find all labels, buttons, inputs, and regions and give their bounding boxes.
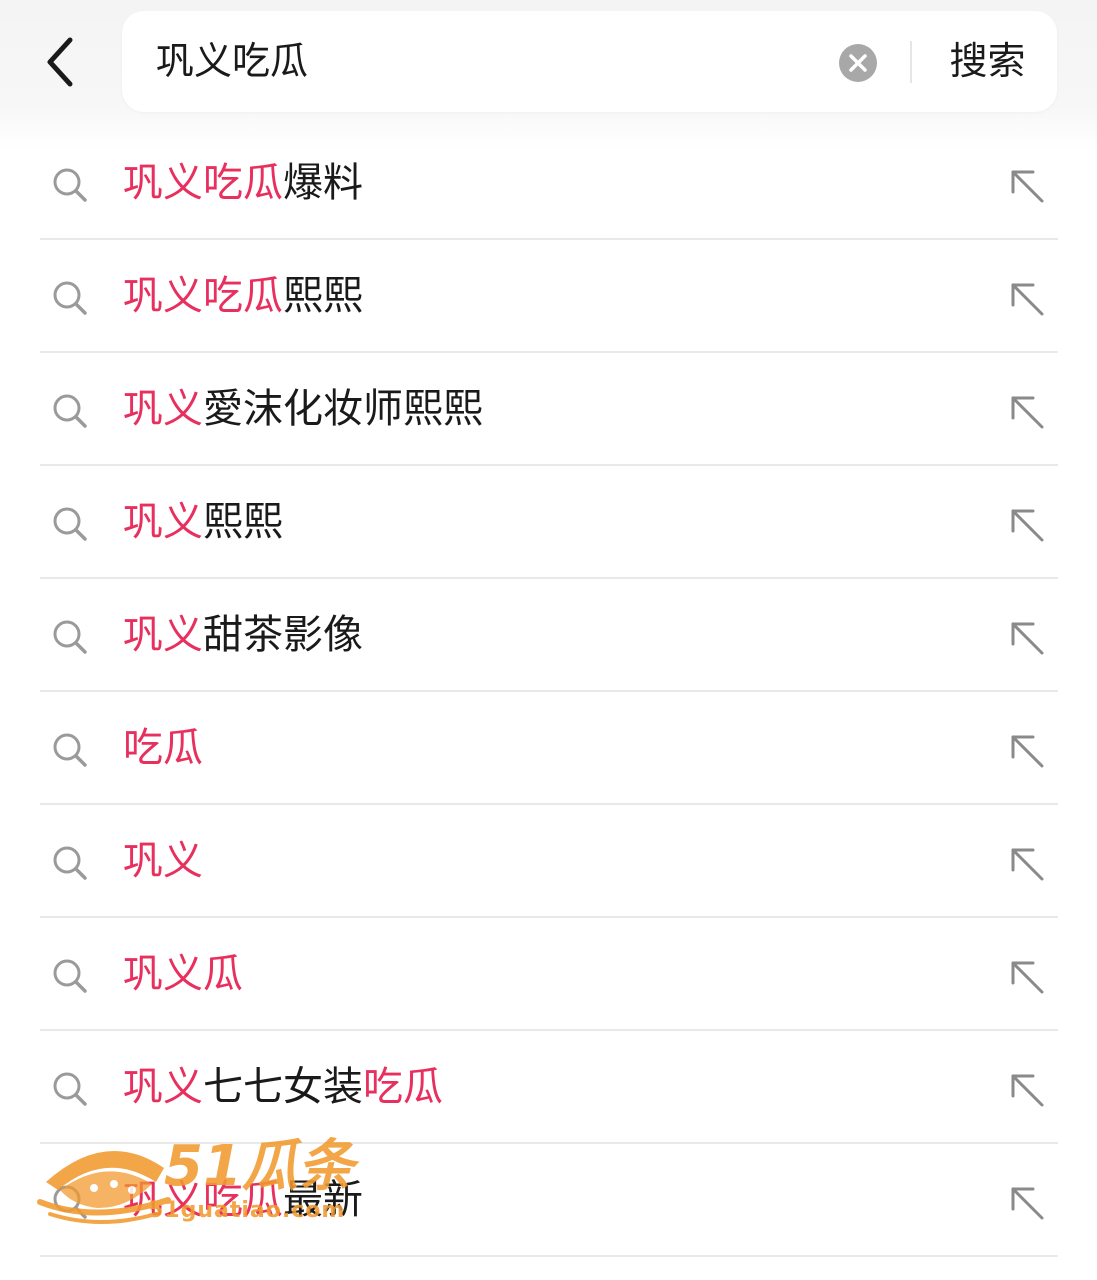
highlight-text: 巩义 [123, 1064, 203, 1110]
search-box[interactable]: 巩义吃瓜 搜索 [122, 11, 1057, 112]
highlight-text: 巩义 [123, 499, 203, 545]
suggestion-text: 爆料 [283, 160, 363, 206]
suggestion-item[interactable]: 巩义七七女装吃瓜 [0, 1031, 1097, 1144]
suggestion-text: 七七女装 [203, 1064, 363, 1110]
suggestion-text: 最新 [283, 1177, 363, 1223]
suggestion-text: 甜茶影像 [203, 612, 363, 658]
suggestion-text: 熙熙 [283, 273, 363, 319]
suggestion-item[interactable]: 巩义瓜 [0, 918, 1097, 1031]
highlight-text: 巩义吃瓜 [123, 160, 283, 206]
search-icon [53, 733, 87, 767]
suggestion-item[interactable]: 巩义 [0, 805, 1097, 918]
suggestion-label: 巩义熙熙 [123, 466, 283, 579]
search-input[interactable]: 巩义吃瓜 [156, 11, 308, 112]
search-icon [53, 281, 87, 315]
suggestion-text: 愛沫化妆师熙熙 [203, 386, 483, 432]
search-icon [53, 959, 87, 993]
search-icon [53, 394, 87, 428]
suggestion-label: 吃瓜 [123, 692, 203, 805]
suggestion-item[interactable]: 吃瓜 [0, 692, 1097, 805]
row-divider [40, 1255, 1058, 1257]
arrow-up-left-icon[interactable] [1008, 619, 1046, 657]
suggestion-item[interactable]: 巩义甜茶影像 [0, 579, 1097, 692]
suggestion-label: 巩义 [123, 805, 203, 918]
arrow-up-left-icon[interactable] [1008, 167, 1046, 205]
search-icon [53, 1072, 87, 1106]
search-submit-button[interactable]: 搜索 [930, 11, 1045, 112]
suggestion-label: 巩义吃瓜熙熙 [123, 240, 363, 353]
arrow-up-left-icon[interactable] [1008, 393, 1046, 431]
suggestion-item[interactable]: 巩义吃瓜最新 [0, 1144, 1097, 1257]
search-icon [53, 1185, 87, 1219]
highlight-text: 巩义 [123, 386, 203, 432]
highlight-text: 巩义 [123, 612, 203, 658]
search-divider [910, 41, 912, 83]
highlight-text: 吃瓜 [363, 1064, 443, 1110]
suggestion-label: 巩义七七女装吃瓜 [123, 1031, 443, 1144]
suggestion-item[interactable]: 巩义吃瓜熙熙 [0, 240, 1097, 353]
suggestion-item[interactable]: 巩义吃瓜爆料 [0, 127, 1097, 240]
highlight-text: 吃瓜 [123, 725, 203, 771]
search-icon [53, 507, 87, 541]
arrow-up-left-icon[interactable] [1008, 958, 1046, 996]
arrow-up-left-icon[interactable] [1008, 1071, 1046, 1109]
chevron-left-icon [47, 37, 73, 87]
highlight-text: 巩义吃瓜 [123, 273, 283, 319]
suggestion-text: 熙熙 [203, 499, 283, 545]
suggestion-list: 巩义吃瓜爆料 巩义吃瓜熙熙 巩义愛沫化妆师熙熙 巩义熙熙 巩义甜茶影像 吃瓜 巩义 巩义瓜 巩义… [0, 127, 1097, 1257]
search-icon [53, 846, 87, 880]
highlight-text: 巩义 [123, 838, 203, 884]
suggestion-label: 巩义瓜 [123, 918, 243, 1031]
search-icon [53, 168, 87, 202]
clear-circle-icon [839, 44, 877, 82]
arrow-up-left-icon[interactable] [1008, 506, 1046, 544]
highlight-text: 巩义吃瓜 [123, 1177, 283, 1223]
suggestion-item[interactable]: 巩义愛沫化妆师熙熙 [0, 353, 1097, 466]
back-button[interactable] [30, 30, 90, 94]
arrow-up-left-icon[interactable] [1008, 732, 1046, 770]
clear-button[interactable] [838, 43, 878, 83]
arrow-up-left-icon[interactable] [1008, 845, 1046, 883]
suggestion-item[interactable]: 巩义熙熙 [0, 466, 1097, 579]
highlight-text: 巩义瓜 [123, 951, 243, 997]
search-icon [53, 620, 87, 654]
arrow-up-left-icon[interactable] [1008, 1184, 1046, 1222]
suggestion-label: 巩义吃瓜最新 [123, 1144, 363, 1257]
suggestion-label: 巩义甜茶影像 [123, 579, 363, 692]
suggestion-label: 巩义吃瓜爆料 [123, 127, 363, 240]
arrow-up-left-icon[interactable] [1008, 280, 1046, 318]
suggestion-label: 巩义愛沫化妆师熙熙 [123, 353, 483, 466]
